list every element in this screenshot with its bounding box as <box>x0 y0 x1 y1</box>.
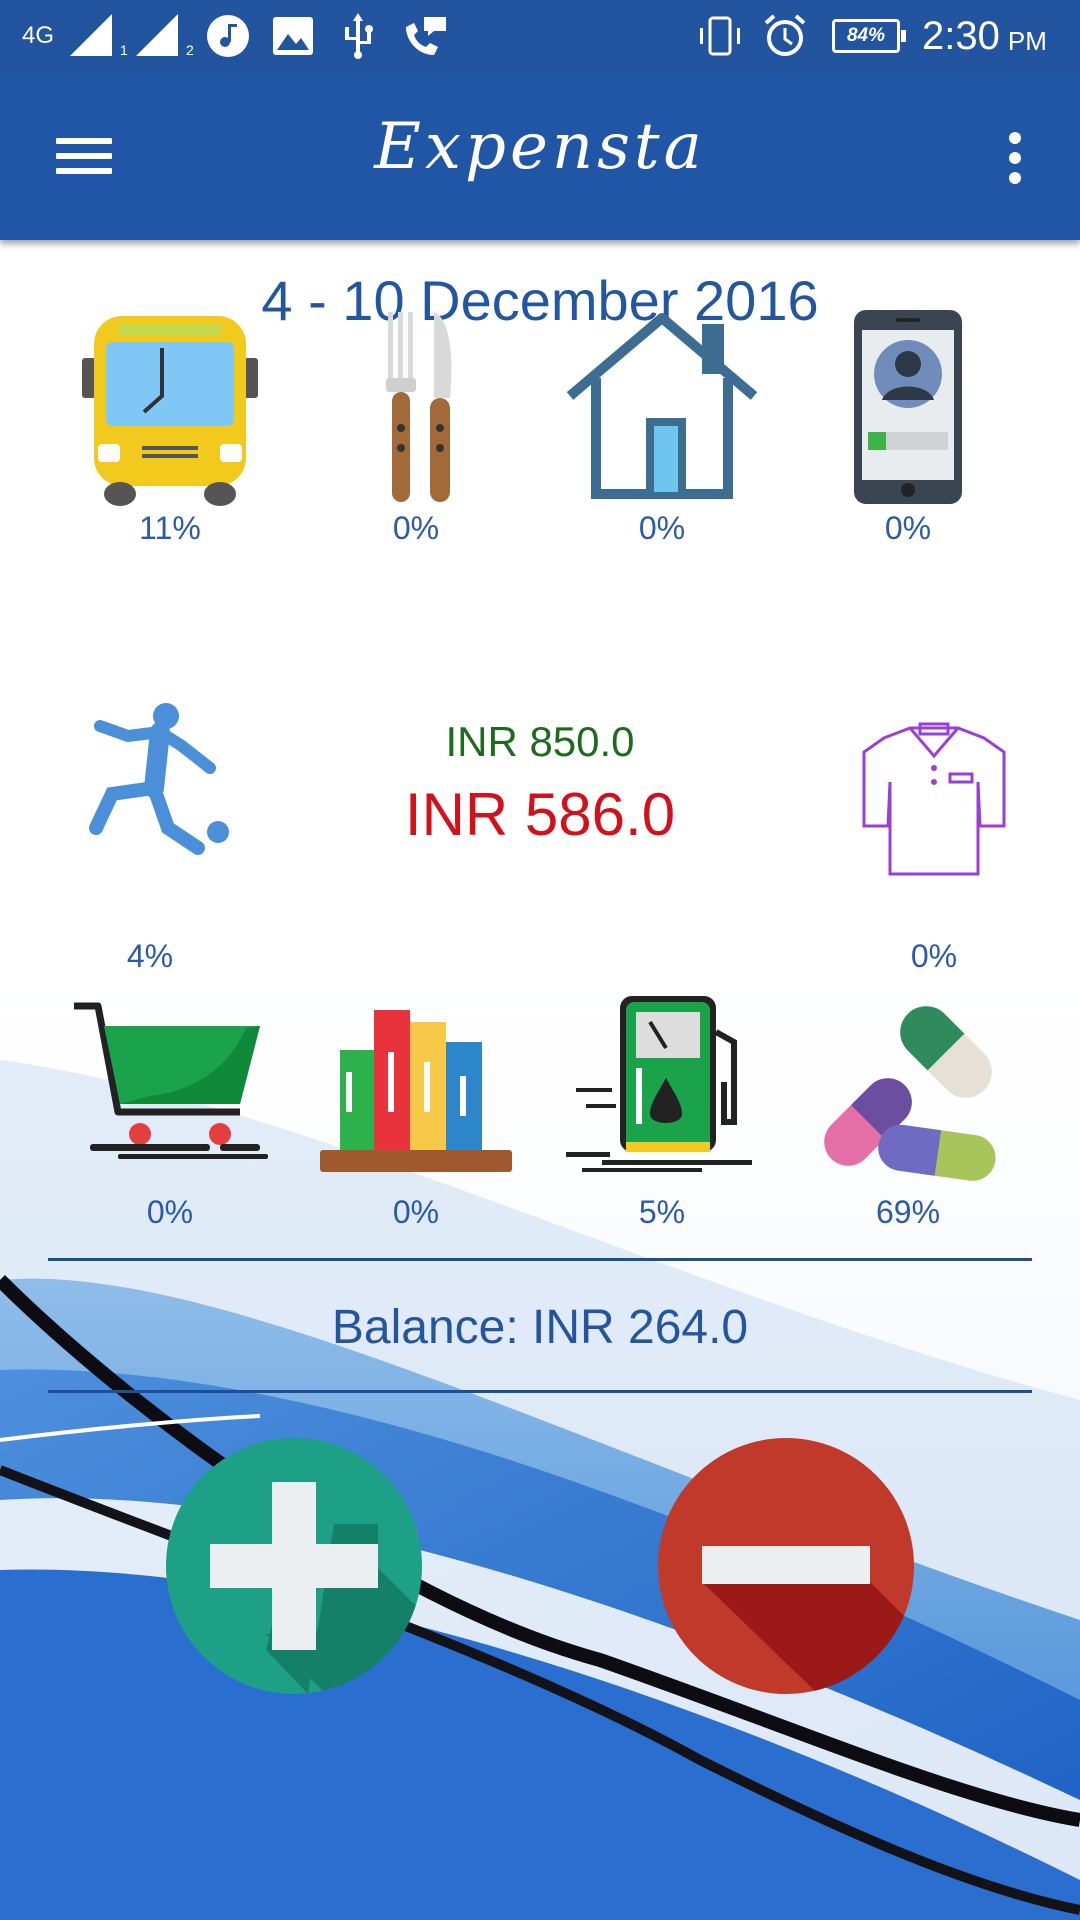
category-clothing[interactable]: 0% <box>824 698 1044 975</box>
add-expense-button[interactable] <box>658 1438 914 1694</box>
category-percent: 4% <box>126 938 174 974</box>
balance-text: Balance: INR 264.0 <box>331 1301 749 1354</box>
fuel-pump-icon <box>566 996 752 1172</box>
vibrate-icon <box>698 12 742 60</box>
add-income-button[interactable] <box>166 1438 422 1694</box>
app-bar: Expensta <box>0 72 1080 240</box>
spent-amount: INR 586.0 <box>404 781 676 848</box>
books-icon <box>320 1010 512 1172</box>
music-icon <box>206 12 250 60</box>
budget-amount: INR 850.0 <box>445 718 635 765</box>
shopping-cart-icon <box>74 1002 268 1159</box>
clock-time: 2:30 <box>922 13 1000 58</box>
category-sports[interactable]: 4% <box>40 698 260 975</box>
signal-sim1-icon: 1 <box>68 12 128 60</box>
category-percent: 0% <box>146 1194 194 1230</box>
call-chat-icon <box>402 12 450 60</box>
category-fuel[interactable]: 5% <box>552 992 772 1231</box>
minus-icon <box>658 1438 914 1694</box>
category-percent: 0% <box>392 1194 440 1230</box>
divider-bottom <box>48 1390 1032 1393</box>
battery-icon: 84% <box>832 12 906 60</box>
battery-level: 84% <box>846 25 886 46</box>
usb-icon <box>340 12 376 60</box>
main-content: 4 - 10 December 2016 11% 0% 0% 0% 4% INR… <box>0 240 1080 1920</box>
network-type-icon: 4G <box>22 12 54 60</box>
category-percent: 0% <box>638 510 686 546</box>
plus-icon <box>166 1438 422 1694</box>
clock-ampm: PM <box>1007 25 1047 56</box>
overflow-menu-icon[interactable] <box>980 112 1050 202</box>
divider-top <box>48 1258 1032 1261</box>
category-education[interactable]: 0% <box>306 992 526 1231</box>
category-shopping[interactable]: 0% <box>60 992 280 1231</box>
image-icon <box>272 12 314 60</box>
pills-icon <box>824 1006 996 1181</box>
signal-sim2-icon: 2 <box>134 12 194 60</box>
fork-knife-icon <box>386 312 452 502</box>
sim1-label: 1 <box>120 42 128 58</box>
category-percent: 0% <box>910 938 958 974</box>
category-percent: 11% <box>139 510 201 546</box>
shirt-icon <box>862 722 1006 876</box>
category-health[interactable]: 69% <box>798 992 1018 1231</box>
alarm-icon <box>762 12 808 60</box>
bus-icon <box>82 316 258 506</box>
category-transport[interactable]: 11% <box>60 308 280 547</box>
phone-icon <box>854 310 962 504</box>
category-percent: 0% <box>392 510 440 546</box>
sim2-label: 2 <box>186 42 194 58</box>
category-percent: 69% <box>875 1194 941 1230</box>
clock: 2:30 PM <box>922 12 1047 60</box>
app-title: Expensta <box>374 110 706 184</box>
category-food[interactable]: 0% <box>306 308 526 547</box>
category-housing[interactable]: 0% <box>552 308 772 547</box>
hamburger-menu-icon[interactable] <box>40 116 128 196</box>
house-icon <box>566 313 758 499</box>
category-phone[interactable]: 0% <box>798 308 1018 547</box>
status-bar: 4G 1 2 84% 2:30 PM <box>0 0 1080 72</box>
category-percent: 5% <box>638 1194 686 1230</box>
network-type-label: 4G <box>22 22 55 49</box>
category-percent: 0% <box>884 510 932 546</box>
soccer-player-icon <box>89 703 229 855</box>
